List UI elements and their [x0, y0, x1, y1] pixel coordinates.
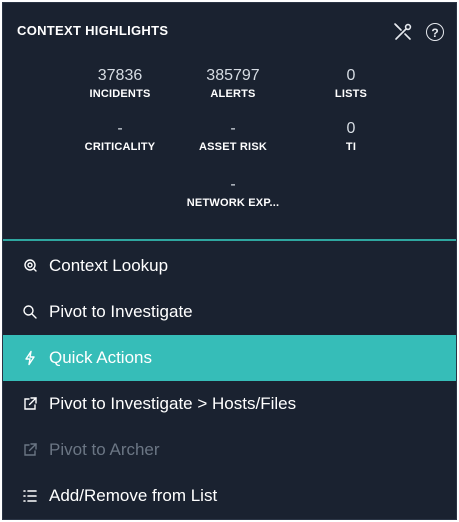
- metric-value: 37836: [97, 67, 143, 84]
- menu-item-label: Quick Actions: [49, 348, 152, 367]
- menu-item-label: Context Lookup: [49, 256, 169, 275]
- menu-item-pivot-investigate[interactable]: Pivot to Investigate: [3, 289, 456, 335]
- external-link-icon: [21, 441, 39, 459]
- list-icon: [21, 487, 39, 505]
- metric-criticality[interactable]: - CRITICALITY: [60, 119, 180, 153]
- metric-value: -: [230, 120, 236, 137]
- lookup-icon: [21, 257, 39, 275]
- metric-label: INCIDENTS: [89, 88, 151, 100]
- panel-title: CONTEXT HIGHLIGHTS: [17, 23, 169, 38]
- metric-label: TI: [345, 141, 357, 153]
- metric-asset-risk[interactable]: - ASSET RISK: [173, 119, 293, 153]
- menu-item-label: Add/Remove from List: [49, 486, 218, 505]
- context-panel: CONTEXT HIGHLIGHTS ? 37836 INCIDENTS 385…: [2, 2, 457, 520]
- menu-item-add-remove-list[interactable]: Add/Remove from List: [3, 473, 456, 519]
- metric-value: -: [230, 176, 236, 193]
- lightning-icon: [21, 349, 39, 367]
- metric-label: ALERTS: [210, 88, 256, 100]
- menu-item-label: Pivot to Archer: [49, 440, 160, 459]
- metric-label: CRITICALITY: [84, 141, 156, 153]
- metric-incidents[interactable]: 37836 INCIDENTS: [60, 66, 180, 100]
- menu-item-quick-actions[interactable]: Quick Actions: [3, 335, 456, 381]
- menu-item-pivot-hosts-files[interactable]: Pivot to Investigate > Hosts/Files: [3, 381, 456, 427]
- metric-lists[interactable]: 0 LISTS: [291, 66, 411, 100]
- metric-label: ASSET RISK: [198, 141, 267, 153]
- menu-item-label: Pivot to Investigate > Hosts/Files: [49, 394, 297, 413]
- help-glyph: ?: [426, 23, 444, 41]
- metric-value: 0: [346, 120, 356, 137]
- menu-item-context-lookup[interactable]: Context Lookup: [3, 243, 456, 289]
- context-highlights-header: CONTEXT HIGHLIGHTS ? 37836 INCIDENTS 385…: [3, 3, 456, 241]
- menu-item-pivot-archer: Pivot to Archer: [3, 427, 456, 473]
- metric-value: 0: [346, 67, 356, 84]
- metric-label: LISTS: [334, 88, 368, 100]
- help-icon[interactable]: ?: [424, 21, 446, 43]
- header-icons: ?: [392, 21, 446, 43]
- search-icon: [21, 303, 39, 321]
- external-link-icon: [21, 395, 39, 413]
- menu-item-label: Pivot to Investigate: [49, 302, 193, 321]
- tools-icon[interactable]: [392, 21, 414, 43]
- metric-value: -: [117, 120, 123, 137]
- metric-ti[interactable]: 0 TI: [291, 119, 411, 153]
- metric-value: 385797: [206, 67, 260, 84]
- metric-label: NETWORK EXP...: [186, 197, 280, 209]
- metric-network-exposure[interactable]: - NETWORK EXP...: [173, 175, 293, 209]
- metric-alerts[interactable]: 385797 ALERTS: [173, 66, 293, 100]
